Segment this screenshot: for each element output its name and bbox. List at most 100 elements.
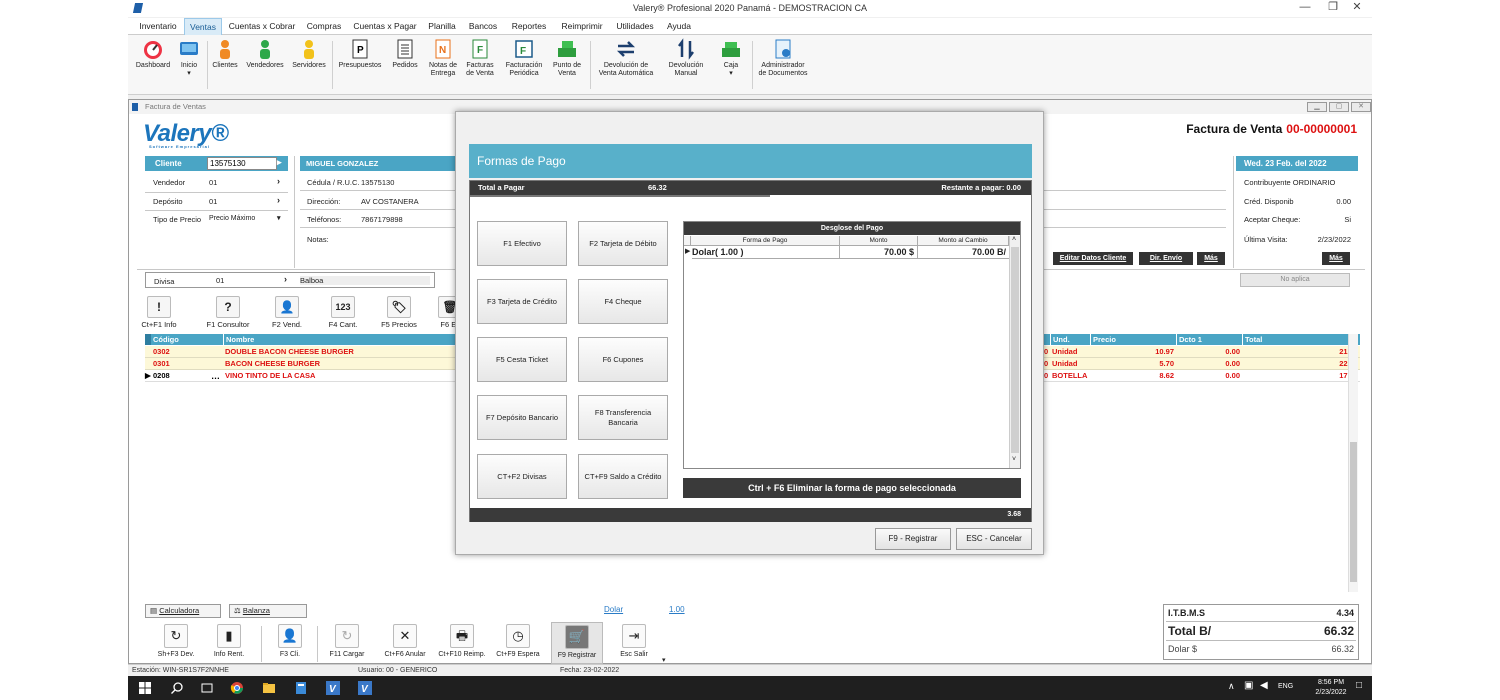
tarjeta-credito-button[interactable]: F3 Tarjeta de Crédito <box>477 279 567 324</box>
balanza-button[interactable]: ⚖ Balanza <box>229 604 307 618</box>
clock-time[interactable]: 8:56 PM <box>1308 679 1354 686</box>
menu-cuentas-pagar[interactable]: Cuentas x Pagar <box>350 18 420 35</box>
ribbon-facturacion-periodica[interactable]: F Facturación Periódica <box>502 38 546 78</box>
close-button[interactable]: ✕ <box>1342 0 1372 17</box>
ribbon-administrador-documentos[interactable]: Administrador de Documentos <box>754 38 812 78</box>
valery-taskbar-icon[interactable]: V <box>326 681 340 695</box>
ribbon-vendedores[interactable]: Vendedores <box>244 38 286 70</box>
cantidad-button[interactable]: 123 F4 Cant. <box>325 296 361 329</box>
ribbon-dashboard[interactable]: Dashboard <box>132 38 174 70</box>
vendedor-arrow-icon[interactable]: › <box>277 176 280 186</box>
col-nombre[interactable]: Nombre <box>223 334 457 345</box>
desglose-scrollbar[interactable]: ˄ ˅ <box>1009 236 1020 468</box>
reimprimir-button[interactable]: 🖶 Ct+F10 Reimp. <box>435 624 489 659</box>
divisas-button[interactable]: CT+F2 Divisas <box>477 454 567 499</box>
col-dcto[interactable]: Dcto 1 <box>1176 334 1242 345</box>
scroll-down-icon[interactable]: ˅ <box>1012 456 1016 463</box>
ribbon-punto-venta[interactable]: Punto de Venta <box>550 38 584 78</box>
mas-client-button[interactable]: Más <box>1197 252 1225 265</box>
volume-icon[interactable]: ◀ <box>1260 680 1268 691</box>
cheque-button[interactable]: F4 Cheque <box>578 279 668 324</box>
ribbon-facturas-venta[interactable]: F Facturas de Venta <box>464 38 496 78</box>
menu-utilidades[interactable]: Utilidades <box>612 18 658 35</box>
registrar-dialog-button[interactable]: F9 - Registrar <box>875 528 951 550</box>
tarjeta-debito-button[interactable]: F2 Tarjeta de Débito <box>578 221 668 266</box>
ribbon-pedidos[interactable]: Pedidos <box>390 38 420 70</box>
ribbon-devolucion-manual[interactable]: Devolución Manual <box>664 38 708 78</box>
file-explorer-icon[interactable] <box>262 681 276 695</box>
clock-date[interactable]: 2/23/2022 <box>1308 689 1354 696</box>
network-icon[interactable]: ▣ <box>1244 680 1253 691</box>
vendedor-value[interactable]: 01 <box>209 178 217 187</box>
tipo-precio-select[interactable]: Precio Máximo <box>209 215 255 222</box>
task-view-icon[interactable] <box>200 681 214 695</box>
info-button[interactable]: ! Ct+F1 Info <box>141 296 177 329</box>
transferencia-bancaria-button[interactable]: F8 Transferencia Bancaria <box>578 395 668 440</box>
menu-ventas[interactable]: Ventas <box>184 18 222 35</box>
anular-button[interactable]: ✕ Ct+F6 Anular <box>379 624 431 659</box>
chevron-down-icon[interactable]: ▾ <box>277 214 281 222</box>
ribbon-notas-entrega[interactable]: N Notas de Entrega <box>426 38 460 78</box>
efectivo-button[interactable]: F1 Efectivo <box>477 221 567 266</box>
consultor-button[interactable]: ? F1 Consultor <box>203 296 253 329</box>
cliente-arrow-icon[interactable]: ▸ <box>277 157 282 168</box>
ribbon-servidores[interactable]: Servidores <box>290 38 328 70</box>
divisa-field[interactable]: Divisa 01 › Balboa <box>145 272 435 288</box>
search-icon[interactable] <box>170 681 184 695</box>
info-rent-button[interactable]: ▮ Info Rent. <box>209 624 249 659</box>
menu-inventario[interactable]: Inventario <box>134 18 182 35</box>
inner-restore-button[interactable]: ▢ <box>1329 102 1349 112</box>
inner-close-button[interactable]: ✕ <box>1351 102 1371 112</box>
cliente-input[interactable]: 13575130 <box>207 157 277 170</box>
cesta-ticket-button[interactable]: F5 Cesta Ticket <box>477 337 567 382</box>
col-precio[interactable]: Precio <box>1090 334 1176 345</box>
chrome-icon[interactable] <box>230 681 244 695</box>
col-monto[interactable]: Monto <box>840 236 918 246</box>
divisa-arrow-icon[interactable]: › <box>284 274 287 284</box>
deposito-bancario-button[interactable]: F7 Depósito Bancario <box>477 395 567 440</box>
cargar-button[interactable]: ↻ F11 Cargar <box>325 624 369 659</box>
cupones-button[interactable]: F6 Cupones <box>578 337 668 382</box>
deposito-value[interactable]: 01 <box>209 197 217 206</box>
vendedor-button[interactable]: 👤 F2 Vend. <box>267 296 307 329</box>
col-codigo[interactable]: Código <box>151 334 223 345</box>
ribbon-devolucion-automatica[interactable]: Devolución de Venta Automática <box>594 38 658 78</box>
chevron-down-icon[interactable]: ▾ <box>662 656 666 664</box>
notification-icon[interactable]: □ <box>1356 680 1362 691</box>
devolucion-button[interactable]: ↻ Sh+F3 Dev. <box>153 624 199 659</box>
ribbon-presupuestos[interactable]: P Presupuestos <box>336 38 384 70</box>
espera-button[interactable]: ◷ Ct+F9 Espera <box>493 624 543 659</box>
currency-label[interactable]: Dolar <box>604 605 623 614</box>
menu-bancos[interactable]: Bancos <box>464 18 502 35</box>
menu-reportes[interactable]: Reportes <box>508 18 550 35</box>
eliminar-forma-pago-bar[interactable]: Ctrl + F6 Eliminar la forma de pago sele… <box>683 478 1021 498</box>
scroll-up-icon[interactable]: ˄ <box>1012 236 1016 243</box>
menu-reimprimir[interactable]: Reimprimir <box>556 18 608 35</box>
dir-envio-button[interactable]: Dir. Envío <box>1139 252 1193 265</box>
ribbon-inicio[interactable]: Inicio ▾ <box>174 38 204 78</box>
col-forma-pago[interactable]: Forma de Pago <box>691 236 840 246</box>
menu-compras[interactable]: Compras <box>302 18 346 35</box>
salir-button[interactable]: ⇥ Esc Salir <box>613 624 655 659</box>
minimize-button[interactable]: — <box>1290 0 1320 17</box>
valery-taskbar-icon-2[interactable]: V <box>358 681 372 695</box>
tray-chevron-icon[interactable]: ∧ <box>1228 681 1235 692</box>
editar-datos-cliente-button[interactable]: Editar Datos Cliente <box>1053 252 1133 265</box>
windows-start-icon[interactable] <box>138 681 152 695</box>
ribbon-clientes[interactable]: Clientes <box>210 38 240 70</box>
inner-minimize-button[interactable]: ▁ <box>1307 102 1327 112</box>
grid-scrollbar[interactable] <box>1348 334 1358 592</box>
registrar-button[interactable]: 🛒 F9 Registrar <box>551 622 603 664</box>
saldo-credito-button[interactable]: CT+F9 Saldo a Crédito <box>578 454 668 499</box>
cancelar-dialog-button[interactable]: ESC - Cancelar <box>956 528 1032 550</box>
precios-button[interactable]: 🏷 F5 Precios <box>379 296 419 329</box>
col-monto-cambio[interactable]: Monto al Cambio <box>918 236 1009 246</box>
col-und[interactable]: Und. <box>1050 334 1090 345</box>
col-total[interactable]: Total <box>1242 334 1360 345</box>
cliente-button[interactable]: 👤 F3 Cli. <box>273 624 307 659</box>
deposito-arrow-icon[interactable]: › <box>277 195 280 205</box>
calculadora-button[interactable]: ▤ Calculadora <box>145 604 221 618</box>
menu-planilla[interactable]: Planilla <box>424 18 460 35</box>
language-indicator[interactable]: ENG <box>1278 683 1293 690</box>
ellipsis-button[interactable]: … <box>211 370 220 382</box>
